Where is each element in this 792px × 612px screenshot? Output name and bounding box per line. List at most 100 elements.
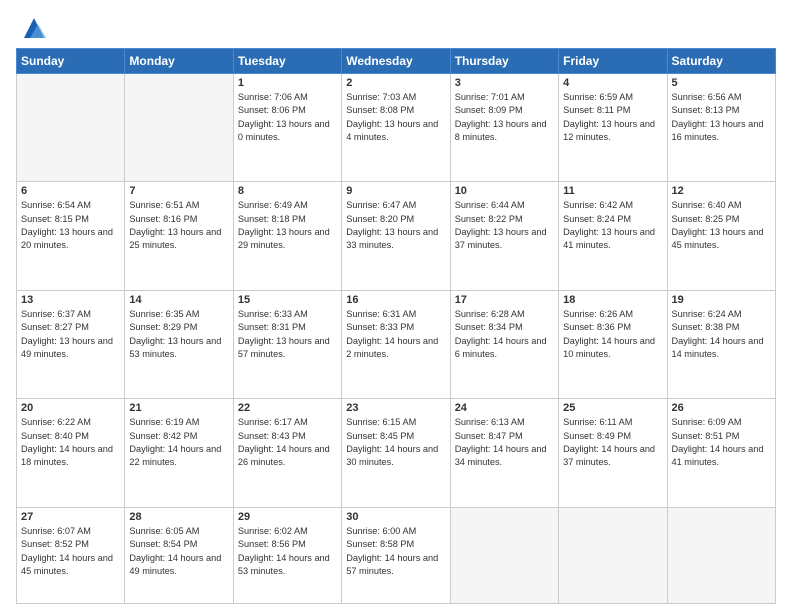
sun-info: Sunrise: 6:15 AM Sunset: 8:45 PM Dayligh… xyxy=(346,416,445,469)
calendar-cell: 7 Sunrise: 6:51 AM Sunset: 8:16 PM Daylig… xyxy=(125,182,233,290)
day-number: 19 xyxy=(672,294,771,306)
calendar-week-row: 13 Sunrise: 6:37 AM Sunset: 8:27 PM Dayli… xyxy=(17,290,776,398)
sun-info: Sunrise: 6:51 AM Sunset: 8:16 PM Dayligh… xyxy=(129,199,228,252)
calendar-cell: 23 Sunrise: 6:15 AM Sunset: 8:45 PM Dayli… xyxy=(342,399,450,507)
calendar-cell: 13 Sunrise: 6:37 AM Sunset: 8:27 PM Dayli… xyxy=(17,290,125,398)
calendar-cell: 17 Sunrise: 6:28 AM Sunset: 8:34 PM Dayli… xyxy=(450,290,558,398)
calendar-cell: 15 Sunrise: 6:33 AM Sunset: 8:31 PM Dayli… xyxy=(233,290,341,398)
calendar-cell: 2 Sunrise: 7:03 AM Sunset: 8:08 PM Daylig… xyxy=(342,74,450,182)
sun-info: Sunrise: 6:05 AM Sunset: 8:54 PM Dayligh… xyxy=(129,525,228,578)
calendar-cell: 12 Sunrise: 6:40 AM Sunset: 8:25 PM Dayli… xyxy=(667,182,775,290)
day-number: 21 xyxy=(129,402,228,414)
day-number: 13 xyxy=(21,294,120,306)
day-number: 25 xyxy=(563,402,662,414)
sun-info: Sunrise: 6:07 AM Sunset: 8:52 PM Dayligh… xyxy=(21,525,120,578)
sun-info: Sunrise: 6:47 AM Sunset: 8:20 PM Dayligh… xyxy=(346,199,445,252)
calendar-day-header: Sunday xyxy=(17,49,125,74)
calendar-cell: 14Sunrise: 6:35 AM Sunset: 8:29 PM Dayli… xyxy=(125,290,233,398)
calendar-day-header: Wednesday xyxy=(342,49,450,74)
sun-info: Sunrise: 6:40 AM Sunset: 8:25 PM Dayligh… xyxy=(672,199,771,252)
sun-info: Sunrise: 6:19 AM Sunset: 8:42 PM Dayligh… xyxy=(129,416,228,469)
calendar-cell xyxy=(125,74,233,182)
day-number: 9 xyxy=(346,185,445,197)
calendar-cell xyxy=(667,507,775,603)
day-number: 8 xyxy=(238,185,337,197)
calendar-cell: 19Sunrise: 6:24 AM Sunset: 8:38 PM Dayli… xyxy=(667,290,775,398)
calendar-week-row: 20Sunrise: 6:22 AM Sunset: 8:40 PM Dayli… xyxy=(17,399,776,507)
day-number: 17 xyxy=(455,294,554,306)
calendar-cell xyxy=(559,507,667,603)
day-number: 11 xyxy=(563,185,662,197)
logo-icon xyxy=(20,14,48,42)
day-number: 12 xyxy=(672,185,771,197)
sun-info: Sunrise: 6:31 AM Sunset: 8:33 PM Dayligh… xyxy=(346,308,445,361)
sun-info: Sunrise: 6:13 AM Sunset: 8:47 PM Dayligh… xyxy=(455,416,554,469)
calendar-cell: 10Sunrise: 6:44 AM Sunset: 8:22 PM Dayli… xyxy=(450,182,558,290)
sun-info: Sunrise: 6:22 AM Sunset: 8:40 PM Dayligh… xyxy=(21,416,120,469)
day-number: 10 xyxy=(455,185,554,197)
sun-info: Sunrise: 6:35 AM Sunset: 8:29 PM Dayligh… xyxy=(129,308,228,361)
calendar-cell xyxy=(17,74,125,182)
calendar-day-header: Thursday xyxy=(450,49,558,74)
day-number: 24 xyxy=(455,402,554,414)
calendar-cell: 20Sunrise: 6:22 AM Sunset: 8:40 PM Dayli… xyxy=(17,399,125,507)
sun-info: Sunrise: 6:02 AM Sunset: 8:56 PM Dayligh… xyxy=(238,525,337,578)
calendar-cell: 29 Sunrise: 6:02 AM Sunset: 8:56 PM Dayli… xyxy=(233,507,341,603)
calendar-week-row: 27 Sunrise: 6:07 AM Sunset: 8:52 PM Dayli… xyxy=(17,507,776,603)
calendar-cell: 1 Sunrise: 7:06 AM Sunset: 8:06 PM Daylig… xyxy=(233,74,341,182)
calendar-cell: 22 Sunrise: 6:17 AM Sunset: 8:43 PM Dayli… xyxy=(233,399,341,507)
calendar-cell: 3Sunrise: 7:01 AM Sunset: 8:09 PM Daylig… xyxy=(450,74,558,182)
sun-info: Sunrise: 6:56 AM Sunset: 8:13 PM Dayligh… xyxy=(672,91,771,144)
day-number: 28 xyxy=(129,511,228,523)
sun-info: Sunrise: 6:42 AM Sunset: 8:24 PM Dayligh… xyxy=(563,199,662,252)
sun-info: Sunrise: 7:03 AM Sunset: 8:08 PM Dayligh… xyxy=(346,91,445,144)
sun-info: Sunrise: 6:49 AM Sunset: 8:18 PM Dayligh… xyxy=(238,199,337,252)
calendar-day-header: Saturday xyxy=(667,49,775,74)
calendar-header-row: SundayMondayTuesdayWednesdayThursdayFrid… xyxy=(17,49,776,74)
sun-info: Sunrise: 6:17 AM Sunset: 8:43 PM Dayligh… xyxy=(238,416,337,469)
sun-info: Sunrise: 6:37 AM Sunset: 8:27 PM Dayligh… xyxy=(21,308,120,361)
calendar-table: SundayMondayTuesdayWednesdayThursdayFrid… xyxy=(16,48,776,604)
calendar-day-header: Friday xyxy=(559,49,667,74)
day-number: 3 xyxy=(455,77,554,89)
calendar-cell: 16 Sunrise: 6:31 AM Sunset: 8:33 PM Dayli… xyxy=(342,290,450,398)
calendar-cell xyxy=(450,507,558,603)
sun-info: Sunrise: 7:06 AM Sunset: 8:06 PM Dayligh… xyxy=(238,91,337,144)
calendar-cell: 6 Sunrise: 6:54 AM Sunset: 8:15 PM Daylig… xyxy=(17,182,125,290)
logo xyxy=(16,12,48,42)
day-number: 27 xyxy=(21,511,120,523)
day-number: 2 xyxy=(346,77,445,89)
calendar-week-row: 1 Sunrise: 7:06 AM Sunset: 8:06 PM Daylig… xyxy=(17,74,776,182)
sun-info: Sunrise: 6:54 AM Sunset: 8:15 PM Dayligh… xyxy=(21,199,120,252)
sun-info: Sunrise: 6:33 AM Sunset: 8:31 PM Dayligh… xyxy=(238,308,337,361)
calendar-week-row: 6 Sunrise: 6:54 AM Sunset: 8:15 PM Daylig… xyxy=(17,182,776,290)
day-number: 4 xyxy=(563,77,662,89)
day-number: 18 xyxy=(563,294,662,306)
day-number: 5 xyxy=(672,77,771,89)
calendar-cell: 8 Sunrise: 6:49 AM Sunset: 8:18 PM Daylig… xyxy=(233,182,341,290)
sun-info: Sunrise: 6:28 AM Sunset: 8:34 PM Dayligh… xyxy=(455,308,554,361)
page: SundayMondayTuesdayWednesdayThursdayFrid… xyxy=(0,0,792,612)
calendar-cell: 4 Sunrise: 6:59 AM Sunset: 8:11 PM Daylig… xyxy=(559,74,667,182)
calendar-day-header: Tuesday xyxy=(233,49,341,74)
day-number: 29 xyxy=(238,511,337,523)
day-number: 16 xyxy=(346,294,445,306)
day-number: 30 xyxy=(346,511,445,523)
day-number: 22 xyxy=(238,402,337,414)
sun-info: Sunrise: 6:59 AM Sunset: 8:11 PM Dayligh… xyxy=(563,91,662,144)
day-number: 1 xyxy=(238,77,337,89)
calendar-cell: 21 Sunrise: 6:19 AM Sunset: 8:42 PM Dayli… xyxy=(125,399,233,507)
sun-info: Sunrise: 6:00 AM Sunset: 8:58 PM Dayligh… xyxy=(346,525,445,578)
calendar-cell: 5 Sunrise: 6:56 AM Sunset: 8:13 PM Daylig… xyxy=(667,74,775,182)
calendar-cell: 28 Sunrise: 6:05 AM Sunset: 8:54 PM Dayli… xyxy=(125,507,233,603)
calendar-cell: 27 Sunrise: 6:07 AM Sunset: 8:52 PM Dayli… xyxy=(17,507,125,603)
calendar-cell: 25 Sunrise: 6:11 AM Sunset: 8:49 PM Dayli… xyxy=(559,399,667,507)
calendar-cell: 26Sunrise: 6:09 AM Sunset: 8:51 PM Dayli… xyxy=(667,399,775,507)
day-number: 7 xyxy=(129,185,228,197)
sun-info: Sunrise: 6:11 AM Sunset: 8:49 PM Dayligh… xyxy=(563,416,662,469)
day-number: 6 xyxy=(21,185,120,197)
calendar-cell: 24 Sunrise: 6:13 AM Sunset: 8:47 PM Dayli… xyxy=(450,399,558,507)
calendar-cell: 30 Sunrise: 6:00 AM Sunset: 8:58 PM Dayli… xyxy=(342,507,450,603)
day-number: 15 xyxy=(238,294,337,306)
day-number: 23 xyxy=(346,402,445,414)
